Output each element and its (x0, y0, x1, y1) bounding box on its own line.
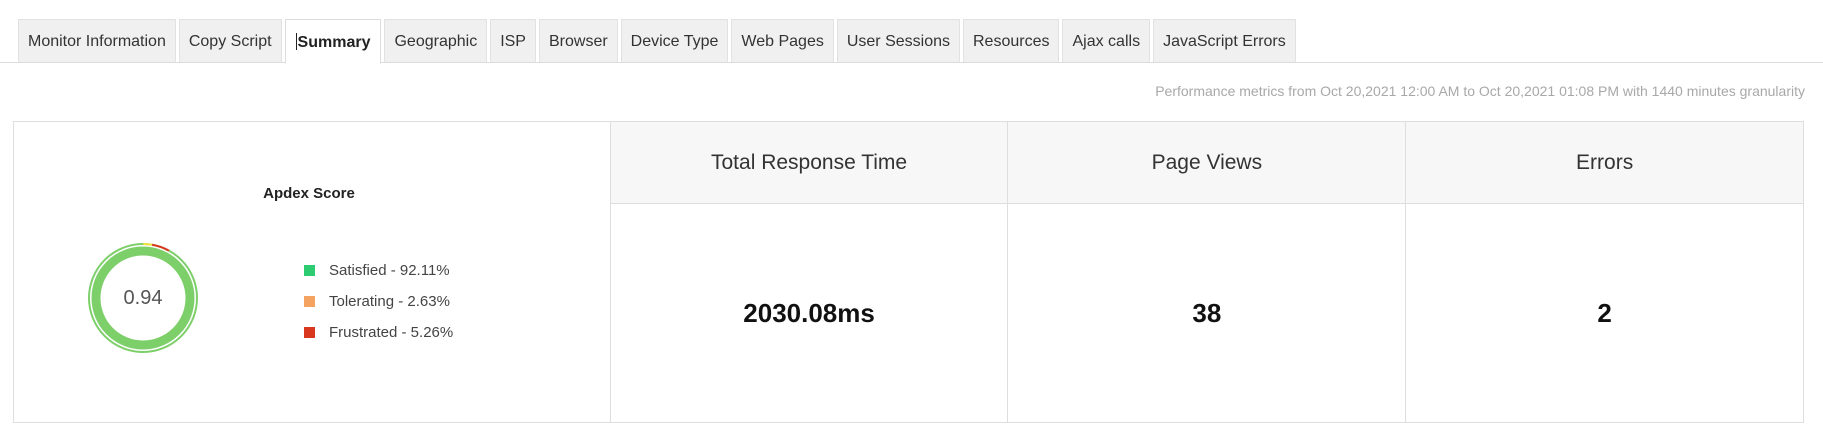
legend-swatch-satisfied (304, 265, 315, 276)
tab-browser[interactable]: Browser (538, 19, 618, 62)
metric-value: 2 (1597, 297, 1612, 328)
legend-swatch-frustrated (304, 327, 315, 338)
summary-panel: Apdex Score 0.94 Satisfied - 92.11% Tole… (13, 121, 1804, 423)
legend-label-tolerating: Tolerating - 2.63% (329, 293, 450, 310)
metric-total-response-time: Total Response Time 2030.08ms (610, 122, 1009, 422)
apdex-legend: Satisfied - 92.11% Tolerating - 2.63% Fr… (304, 255, 453, 348)
legend-label-satisfied: Satisfied - 92.11% (329, 262, 450, 279)
metric-title: Errors (1406, 122, 1804, 204)
tab-resources[interactable]: Resources (963, 19, 1060, 62)
performance-range-text: Performance metrics from Oct 20,2021 12:… (1155, 83, 1805, 99)
metric-title: Total Response Time (610, 122, 1008, 204)
tab-list: Monitor Information Copy Script Summary … (18, 19, 1296, 64)
tab-bar: Monitor Information Copy Script Summary … (0, 0, 1823, 64)
tab-geographic[interactable]: Geographic (384, 19, 488, 62)
tab-isp[interactable]: ISP (490, 19, 536, 62)
apdex-card: Apdex Score 0.94 Satisfied - 92.11% Tole… (14, 122, 611, 422)
tab-ajax-calls[interactable]: Ajax calls (1062, 19, 1151, 62)
tab-web-pages[interactable]: Web Pages (731, 19, 834, 62)
tab-user-sessions[interactable]: User Sessions (836, 19, 960, 62)
legend-item-satisfied: Satisfied - 92.11% (304, 255, 453, 286)
metric-errors: Errors 2 (1406, 122, 1804, 422)
legend-label-frustrated: Frustrated - 5.26% (329, 324, 454, 341)
metric-title: Page Views (1008, 122, 1406, 204)
tab-copy-script[interactable]: Copy Script (178, 19, 282, 62)
tab-summary[interactable]: Summary (284, 19, 382, 64)
tab-javascript-errors[interactable]: JavaScript Errors (1153, 19, 1296, 62)
legend-item-frustrated: Frustrated - 5.26% (304, 317, 453, 348)
metric-value: 2030.08ms (743, 297, 875, 328)
tab-monitor-information[interactable]: Monitor Information (18, 19, 176, 62)
apdex-title: Apdex Score (263, 185, 355, 202)
legend-item-tolerating: Tolerating - 2.63% (304, 286, 453, 317)
metric-value: 38 (1192, 297, 1222, 328)
tab-summary-label: Summary (297, 34, 371, 51)
legend-swatch-tolerating (304, 296, 315, 307)
tab-device-type[interactable]: Device Type (620, 19, 729, 62)
metric-page-views: Page Views 38 (1008, 122, 1407, 422)
text-cursor (295, 32, 297, 50)
apdex-score-value: 0.94 (123, 287, 163, 309)
